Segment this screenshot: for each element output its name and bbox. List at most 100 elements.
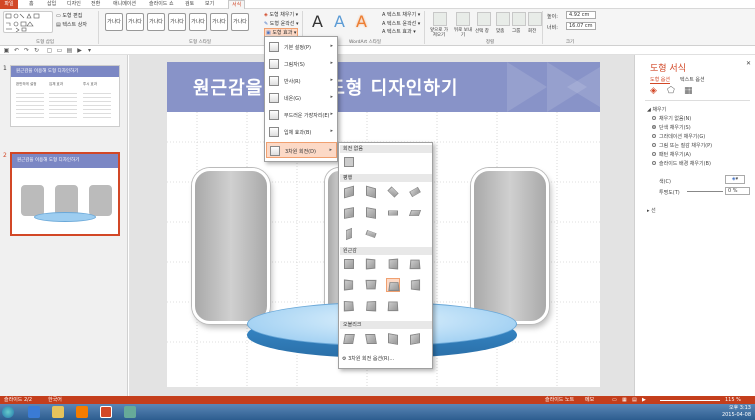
textbox-button[interactable]: ▤ 텍스트 상자 — [56, 21, 87, 28]
perspective-option[interactable] — [342, 299, 356, 313]
parallel-option[interactable] — [386, 206, 400, 220]
media-player-icon[interactable] — [76, 406, 88, 418]
wordart-style-blue[interactable]: A — [334, 13, 345, 31]
text-effects-button[interactable]: A 텍스트 효과 ▾ — [382, 28, 416, 35]
fill-radio-solid[interactable] — [652, 125, 656, 129]
parallel-option[interactable] — [342, 227, 356, 241]
parallel-option[interactable] — [364, 227, 378, 241]
normal-view-icon[interactable]: ▭ — [612, 396, 617, 404]
undo-icon[interactable]: ↶ — [13, 47, 20, 54]
parallel-option[interactable] — [342, 185, 356, 199]
text-outline-button[interactable]: A 텍스트 윤곽선 ▾ — [382, 20, 420, 27]
menu-item-glow[interactable]: 네온(G) ▸ — [266, 90, 337, 106]
parallel-option[interactable] — [364, 206, 378, 220]
perspective-option[interactable] — [364, 299, 378, 313]
fill-line-icon[interactable]: ◈ — [650, 86, 657, 96]
tab-design[interactable]: 디자인 — [64, 0, 84, 9]
slide-thumbnail-1[interactable]: 원근감을 이용해 도형 디자인하기 완만하게 설정 입체 효과 투시 효과 — [10, 65, 120, 127]
comments-button[interactable]: 메모 — [585, 396, 594, 404]
tab-review[interactable]: 검토 — [182, 0, 197, 9]
tab-transitions[interactable]: 전환 — [88, 0, 103, 9]
edit-shape-button[interactable]: ▭ 도형 편집 — [56, 12, 82, 19]
effects-pentagon-icon[interactable]: ⬠ — [667, 86, 675, 96]
text-fill-button[interactable]: A 텍스트 채우기 ▾ — [382, 11, 420, 18]
tab-shape-options[interactable]: 도형 옵션 — [650, 76, 670, 84]
new-icon[interactable]: ▢ — [46, 47, 53, 54]
shape-style-1[interactable]: 가나다 — [105, 13, 123, 31]
fill-radio-background[interactable] — [652, 161, 656, 165]
shape-outline-button[interactable]: ✎ 도형 윤곽선 ▾ — [264, 20, 299, 27]
save-icon[interactable]: ▣ — [3, 47, 10, 54]
size-properties-icon[interactable]: ▦ — [684, 86, 693, 96]
notes-button[interactable]: 슬라이드 노트 — [545, 396, 574, 404]
oblique-option[interactable] — [364, 332, 378, 346]
zoom-slider[interactable] — [660, 400, 720, 401]
align-label[interactable]: 맞춤 — [496, 28, 504, 34]
rotate-label[interactable]: 회전 — [528, 28, 536, 34]
fill-radio-none[interactable] — [652, 116, 656, 120]
parallel-option[interactable] — [364, 185, 378, 199]
oblique-option[interactable] — [386, 332, 400, 346]
menu-item-preset[interactable]: 기본 설정(P) ▸ — [266, 39, 337, 55]
rotate-icon[interactable] — [528, 12, 542, 26]
selection-pane-icon[interactable] — [477, 12, 491, 26]
shape-style-4[interactable]: 가나다 — [168, 13, 186, 31]
zoom-level[interactable]: 115 % — [725, 396, 741, 404]
gray-card-left[interactable] — [192, 168, 270, 324]
customize-icon[interactable]: ▾ — [86, 47, 93, 54]
perspective-option[interactable] — [408, 257, 422, 271]
slide-thumbnail-2[interactable]: 원근감을 이용해 도형 디자인하기 — [10, 152, 120, 236]
shape-style-7[interactable]: 가나다 — [231, 13, 249, 31]
transparency-slider[interactable] — [687, 191, 723, 192]
redo-icon[interactable]: ↷ — [23, 47, 30, 54]
menu-item-soft-edges[interactable]: 부드러운 가장자리(E) ▸ — [266, 107, 337, 123]
perspective-option[interactable] — [408, 278, 422, 292]
parallel-option[interactable] — [342, 206, 356, 220]
perspective-option[interactable] — [364, 278, 378, 292]
fill-radio-gradient[interactable] — [652, 134, 656, 138]
tab-file[interactable]: 파일 — [0, 0, 18, 9]
color-picker-button[interactable]: ◈▾ — [725, 175, 745, 184]
menu-item-3d-rotation[interactable]: 3차원 회전(D) ▸ — [266, 142, 337, 158]
reading-view-icon[interactable]: ▤ — [632, 396, 637, 404]
shape-fill-button[interactable]: ◈ 도형 채우기 ▾ — [264, 11, 298, 18]
sorter-view-icon[interactable]: ▦ — [622, 396, 627, 404]
language-indicator[interactable]: 한국어 — [48, 396, 62, 404]
oblique-option[interactable] — [342, 332, 356, 346]
tab-insert[interactable]: 삽입 — [44, 0, 59, 9]
bring-forward-label[interactable]: 앞으로 가져오기 — [428, 28, 450, 38]
tab-animations[interactable]: 애니메이션 — [110, 0, 139, 9]
perspective-option-highlighted[interactable] — [386, 278, 400, 292]
wordart-style-plain[interactable]: A — [312, 13, 323, 31]
repeat-icon[interactable]: ↻ — [33, 47, 40, 54]
bring-forward-icon[interactable] — [433, 12, 447, 26]
parallel-option[interactable] — [408, 206, 422, 220]
open-icon[interactable]: ▭ — [56, 47, 63, 54]
gray-card-right[interactable] — [471, 168, 549, 324]
group-icon[interactable] — [512, 12, 526, 26]
parallel-option[interactable] — [408, 185, 422, 199]
tab-text-options[interactable]: 텍스트 옵션 — [680, 76, 705, 83]
width-field[interactable]: 16.07 cm — [566, 22, 596, 30]
send-backward-icon[interactable] — [456, 12, 470, 26]
menu-item-reflection[interactable]: 반사(R) ▸ — [266, 73, 337, 89]
perspective-option[interactable] — [342, 278, 356, 292]
fill-section-header[interactable]: ◢ 채우기 — [647, 106, 666, 113]
shape-style-2[interactable]: 가나다 — [126, 13, 144, 31]
perspective-option[interactable] — [342, 257, 356, 271]
line-section-header[interactable]: ▸ 선 — [647, 207, 656, 214]
print-icon[interactable]: ▤ — [66, 47, 73, 54]
tab-view[interactable]: 보기 — [202, 0, 217, 9]
close-icon[interactable]: ✕ — [746, 60, 751, 67]
fill-radio-pattern[interactable] — [652, 152, 656, 156]
parallel-option[interactable] — [386, 185, 400, 199]
tab-home[interactable]: 홈 — [26, 0, 37, 9]
tab-slideshow[interactable]: 슬라이드 쇼 — [146, 0, 177, 9]
shape-style-6[interactable]: 가나다 — [210, 13, 228, 31]
system-clock[interactable]: 오후 3:13 2015-04-08 — [722, 405, 751, 419]
slideshow-icon[interactable]: ▶ — [76, 47, 83, 54]
send-backward-label[interactable]: 뒤로 보내기 — [452, 28, 474, 38]
height-field[interactable]: 4.92 cm — [566, 11, 596, 19]
perspective-option[interactable] — [386, 299, 400, 313]
perspective-option[interactable] — [364, 257, 378, 271]
